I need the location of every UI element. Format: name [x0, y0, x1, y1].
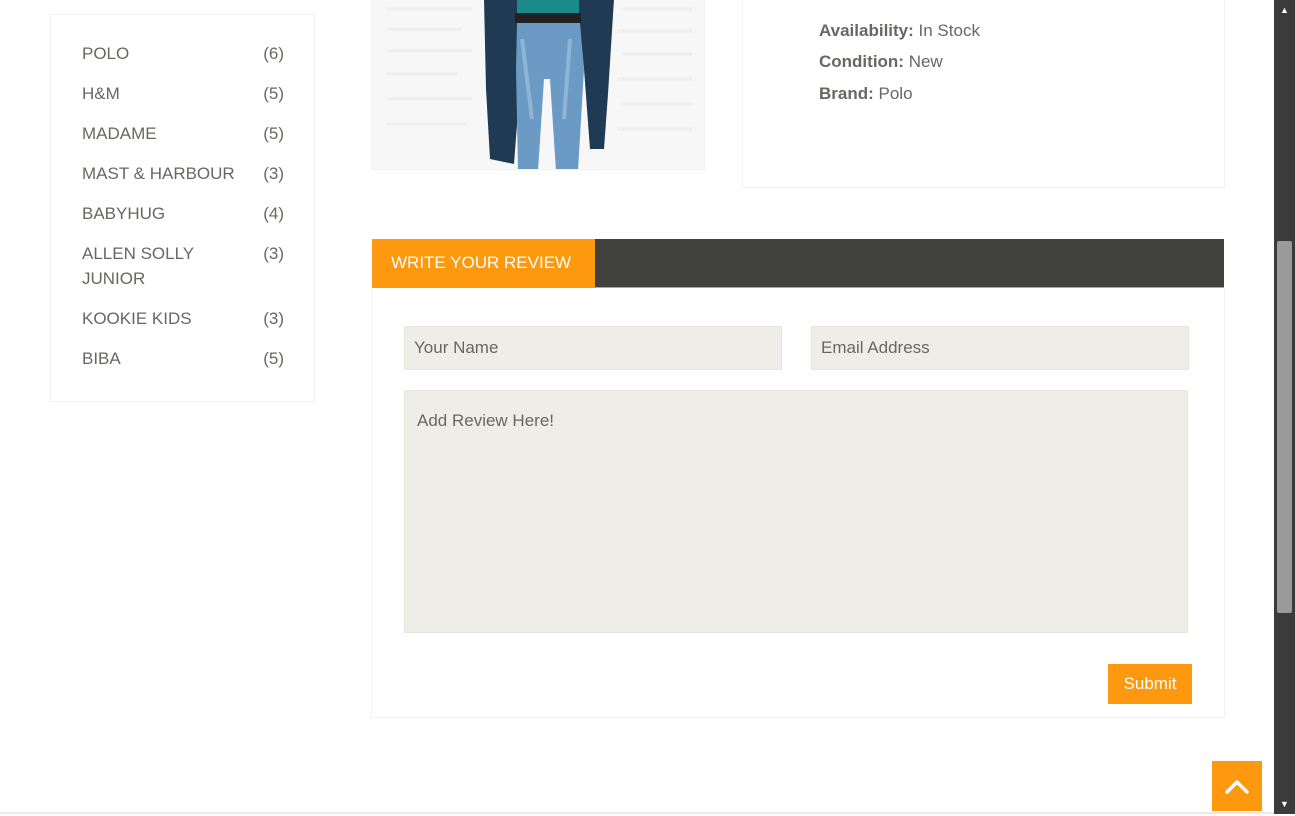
- availability-label: Availability:: [819, 21, 914, 40]
- brand-item-polo[interactable]: POLO (6): [82, 41, 284, 66]
- condition: Condition: New: [819, 51, 943, 73]
- brand-count: (3): [263, 164, 284, 183]
- scroll-thumb[interactable]: [1277, 241, 1292, 613]
- review-form: Submit: [371, 288, 1225, 718]
- email-field[interactable]: [811, 326, 1189, 370]
- brand-name: H&M: [82, 84, 120, 103]
- condition-value: New: [908, 52, 943, 71]
- brand-count: (6): [263, 44, 284, 63]
- brand-item-kookie-kids[interactable]: KOOKIE KIDS (3): [82, 306, 284, 331]
- brand-item-hm[interactable]: H&M (5): [82, 81, 284, 106]
- review-tab-bar: WRITE YOUR REVIEW: [372, 239, 1224, 288]
- brand-name: POLO: [82, 44, 130, 63]
- tab-write-review[interactable]: WRITE YOUR REVIEW: [372, 239, 595, 288]
- brand-count: (3): [263, 309, 284, 328]
- brand-name: MADAME: [82, 124, 157, 143]
- condition-label: Condition:: [819, 52, 904, 71]
- brand-count: (5): [263, 124, 284, 143]
- brand-name: MAST & HARBOUR: [82, 164, 235, 183]
- scroll-up-arrow-icon[interactable]: ▲: [1274, 0, 1295, 20]
- brand-value: Polo: [878, 84, 913, 103]
- brand-count: (5): [263, 349, 284, 368]
- scroll-down-arrow-icon[interactable]: ▼: [1274, 794, 1295, 814]
- brand-count: (5): [263, 84, 284, 103]
- scroll-to-top-button[interactable]: [1212, 761, 1262, 811]
- product-photo: [372, 0, 704, 169]
- brand-item-biba[interactable]: BIBA (5): [82, 346, 284, 371]
- brand-name: KOOKIE KIDS: [82, 309, 192, 328]
- name-field[interactable]: [404, 326, 782, 370]
- brand-name: BABYHUG: [82, 204, 166, 223]
- brand-item-allen-solly-junior[interactable]: ALLEN SOLLY JUNIOR (3): [82, 241, 284, 291]
- brand-item-babyhug[interactable]: BABYHUG (4): [82, 201, 284, 226]
- brand-count: (4): [263, 204, 284, 223]
- brand-item-mast-harbour[interactable]: MAST & HARBOUR (3): [82, 161, 284, 186]
- chevron-up-icon: [1225, 780, 1249, 794]
- brand-label: Brand:: [819, 84, 874, 103]
- brand: Brand: Polo: [819, 83, 913, 105]
- brand-count: (3): [263, 244, 284, 263]
- product-info-panel: Availability: In Stock Condition: New Br…: [742, 0, 1225, 188]
- availability-value: In Stock: [918, 21, 980, 40]
- scrollbar[interactable]: ▲ ▼: [1274, 0, 1295, 814]
- submit-button[interactable]: Submit: [1108, 664, 1192, 704]
- brands-panel: POLO (6) H&M (5) MADAME (5) MAST & HARBO…: [50, 14, 315, 402]
- brand-item-madame[interactable]: MADAME (5): [82, 121, 284, 146]
- brand-name: ALLEN SOLLY JUNIOR: [82, 244, 194, 288]
- review-textarea[interactable]: [404, 390, 1188, 633]
- brand-name: BIBA: [82, 349, 121, 368]
- product-image: [371, 0, 705, 170]
- availability: Availability: In Stock: [819, 20, 980, 42]
